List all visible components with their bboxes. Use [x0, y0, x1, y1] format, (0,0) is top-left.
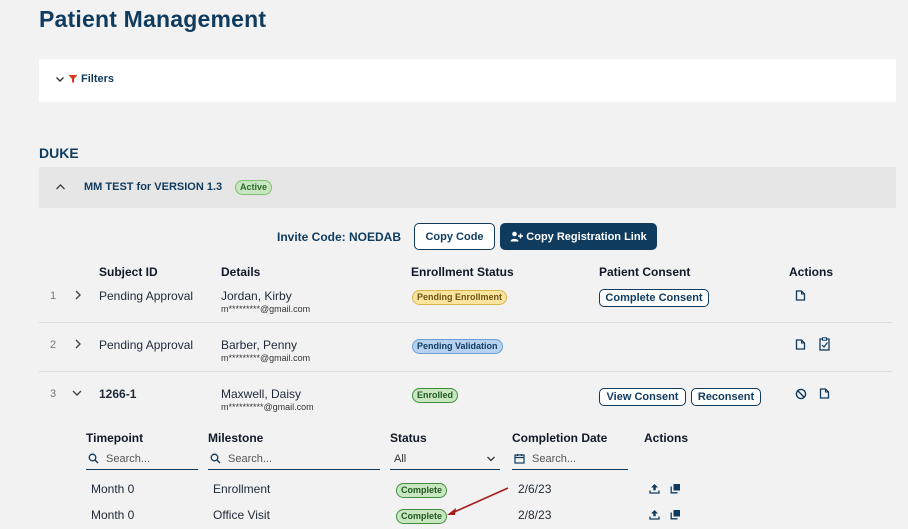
subject-id: Pending Approval	[99, 338, 194, 352]
enrollment-status-badge: Enrolled	[412, 388, 459, 403]
view-consent-button[interactable]: View Consent	[599, 388, 686, 406]
reconsent-button[interactable]: Reconsent	[691, 388, 761, 406]
annotation-arrow	[447, 487, 509, 515]
enrollment-status-badge: Pending Enrollment	[412, 290, 508, 305]
copy-registration-link-button[interactable]: Copy Registration Link	[500, 223, 657, 250]
copy-icon[interactable]	[670, 509, 681, 520]
row-divider	[39, 322, 892, 323]
document-icon[interactable]	[795, 339, 806, 350]
milestone-name: Office Visit	[213, 508, 270, 522]
header-enrollment-status: Enrollment Status	[411, 265, 514, 279]
milestone-header-status: Status	[390, 431, 427, 445]
table-row: 2 Pending Approval Barber, Penny m******…	[39, 331, 896, 371]
chevron-down-icon	[55, 74, 65, 84]
complete-consent-button[interactable]: Complete Consent	[599, 289, 709, 307]
study-header[interactable]: MM TEST for VERSION 1.3 Active	[39, 167, 896, 208]
row-divider	[39, 371, 892, 372]
user-plus-icon	[510, 231, 524, 242]
search-icon	[210, 453, 221, 464]
status-filter-select[interactable]: All	[390, 448, 500, 470]
row-number: 1	[50, 290, 57, 302]
organization-name: DUKE	[39, 145, 79, 161]
header-details: Details	[221, 265, 261, 279]
enrollment-status-badge: Pending Validation	[412, 339, 503, 354]
timepoint: Month 0	[91, 508, 135, 522]
milestone-header-milestone: Milestone	[208, 431, 264, 445]
milestone-header-completion-date: Completion Date	[512, 431, 608, 445]
table-row: 1 Pending Approval Jordan, Kirby m******…	[39, 282, 896, 322]
chevron-right-icon[interactable]	[74, 339, 82, 349]
milestone-name: Enrollment	[213, 482, 271, 496]
completion-date: 2/8/23	[518, 508, 552, 522]
filters-toggle[interactable]: Filters	[55, 73, 114, 85]
timepoint-search-input[interactable]	[106, 452, 186, 465]
milestone-search-input[interactable]	[228, 452, 308, 465]
table-row: 3 1266-1 Maxwell, Daisy m**********@gmai…	[39, 380, 896, 420]
patient-email: m*********@gmail.com	[221, 353, 311, 363]
completion-date: 2/6/23	[518, 482, 552, 496]
upload-icon[interactable]	[649, 483, 660, 494]
view-consent-label: View Consent	[606, 391, 679, 403]
document-icon[interactable]	[819, 388, 830, 399]
header-actions: Actions	[789, 265, 834, 279]
milestone-row: Month 0 Office Visit Complete 2/8/23	[86, 506, 706, 526]
patient-email: m**********@gmail.com	[221, 402, 314, 412]
filters-label: Filters	[81, 73, 115, 85]
completion-date-search-input[interactable]	[532, 452, 612, 465]
patient-email: m*********@gmail.com	[221, 304, 311, 314]
filters-panel: Filters	[39, 59, 896, 102]
copy-code-label: Copy Code	[425, 230, 484, 243]
subject-id: Pending Approval	[99, 289, 194, 303]
search-icon	[88, 453, 99, 464]
clipboard-check-icon[interactable]	[819, 337, 830, 351]
chevron-down-icon[interactable]	[72, 389, 82, 397]
calendar-icon	[514, 453, 525, 464]
chevron-up-icon[interactable]	[55, 182, 66, 192]
status-filter-value: All	[394, 452, 407, 465]
document-icon[interactable]	[795, 290, 806, 301]
milestone-search[interactable]	[208, 448, 380, 470]
header-subject-id: Subject ID	[99, 265, 158, 279]
invite-code: Invite Code: NOEDAB	[277, 230, 402, 244]
chevron-down-icon	[486, 455, 496, 463]
timepoint: Month 0	[91, 482, 135, 496]
study-status-badge: Active	[235, 180, 273, 195]
study-name: MM TEST for VERSION 1.3	[84, 181, 223, 193]
row-number: 2	[50, 339, 57, 351]
milestone-header-timepoint: Timepoint	[86, 431, 144, 445]
milestone-row: Month 0 Enrollment Complete 2/6/23	[86, 480, 706, 500]
page-title: Patient Management	[39, 6, 267, 32]
patient-name: Jordan, Kirby	[221, 289, 292, 303]
patient-name: Barber, Penny	[221, 338, 298, 352]
row-number: 3	[50, 388, 57, 400]
timepoint-search[interactable]	[86, 448, 198, 470]
upload-icon[interactable]	[649, 509, 660, 520]
patient-name: Maxwell, Daisy	[221, 387, 302, 401]
header-patient-consent: Patient Consent	[599, 265, 691, 279]
filter-icon	[68, 74, 78, 84]
complete-consent-label: Complete Consent	[605, 292, 703, 304]
copy-icon[interactable]	[670, 483, 681, 494]
copy-registration-link-label: Copy Registration Link	[526, 230, 647, 243]
subject-id: 1266-1	[99, 387, 137, 401]
reconsent-label: Reconsent	[697, 391, 755, 403]
block-icon[interactable]	[795, 388, 807, 400]
chevron-right-icon[interactable]	[74, 290, 82, 300]
completion-date-search[interactable]	[512, 448, 628, 470]
milestone-header-actions: Actions	[644, 431, 689, 445]
copy-code-button[interactable]: Copy Code	[414, 223, 495, 250]
